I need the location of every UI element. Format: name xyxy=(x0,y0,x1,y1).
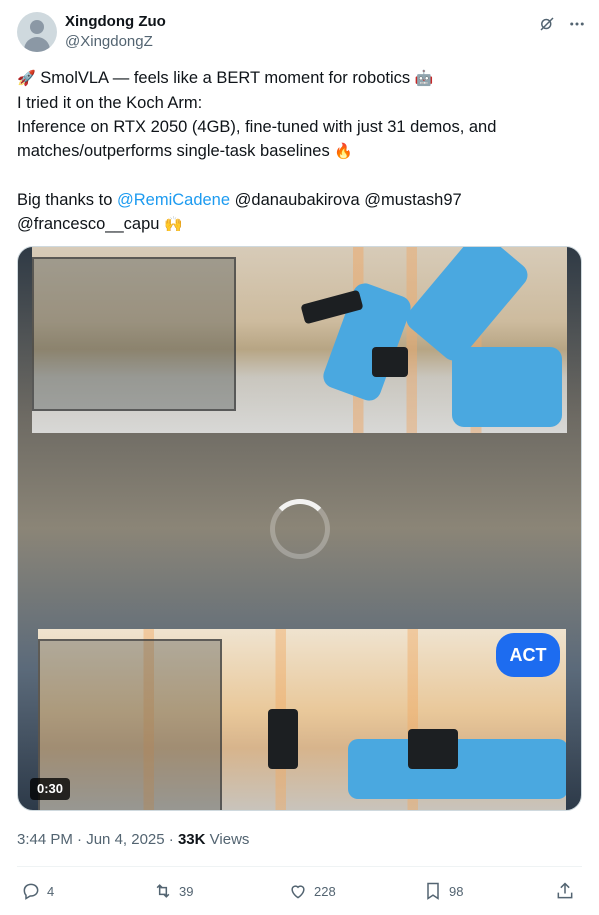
avatar-body-shape xyxy=(24,37,50,52)
avatar-head-shape xyxy=(30,20,44,34)
bookmark-icon xyxy=(427,882,439,900)
share-button[interactable] xyxy=(555,876,575,906)
author-names: Xingdong Zuo @XingdongZ xyxy=(65,12,166,52)
author-handle[interactable]: @XingdongZ xyxy=(65,32,166,52)
share-icon xyxy=(557,882,573,899)
stand-shape xyxy=(268,709,298,769)
tweet-header: Xingdong Zuo @XingdongZ xyxy=(17,12,587,52)
tweet-line-1-text: SmolVLA — feels like a BERT moment for r… xyxy=(40,69,411,87)
robot-icon: 🤖 xyxy=(414,70,434,87)
rocket-icon: 🚀 xyxy=(17,70,36,87)
views-count: 33K xyxy=(177,831,206,848)
robot-base-shape xyxy=(452,347,562,427)
tweet-line-4-text: matches/outperforms single-task baseline… xyxy=(17,142,330,160)
video-frame-top xyxy=(32,247,567,433)
raised-hands-icon: 🙌 xyxy=(164,216,183,233)
heart-icon xyxy=(291,885,305,899)
servo-shape xyxy=(372,347,408,377)
bookmark-button[interactable]: 98 xyxy=(423,876,463,906)
header-actions xyxy=(537,14,587,34)
repost-icon xyxy=(156,884,170,898)
reply-count: 4 xyxy=(47,883,55,899)
act-badge: ACT xyxy=(496,633,560,677)
repost-button[interactable]: 39 xyxy=(153,876,193,906)
tweet-meta: 3:44 PM · Jun 4, 2025 · 33K Views xyxy=(17,830,249,850)
loading-spinner-icon xyxy=(270,499,330,559)
grok-icon[interactable] xyxy=(537,14,557,34)
thanks-prefix: Big thanks to xyxy=(17,191,113,209)
meta-separator: · xyxy=(77,831,83,848)
mentions-rest[interactable]: @danaubakirova @mustash97 xyxy=(235,191,462,209)
tweet-time[interactable]: 3:44 PM xyxy=(17,831,73,848)
reply-button[interactable]: 4 xyxy=(21,876,54,906)
tweet-line-1: 🚀 SmolVLA — feels like a BERT moment for… xyxy=(17,66,582,91)
views-label: Views xyxy=(209,831,250,848)
glass-tank-shape xyxy=(32,257,236,411)
tweet-blank-line xyxy=(17,164,582,188)
like-button[interactable]: 228 xyxy=(288,876,336,906)
bookmark-count: 98 xyxy=(449,883,464,899)
divider xyxy=(17,866,582,867)
video-duration-badge: 0:30 xyxy=(30,778,71,800)
tweet-text: 🚀 SmolVLA — feels like a BERT moment for… xyxy=(17,66,582,237)
fire-icon: 🔥 xyxy=(334,143,354,160)
like-count: 228 xyxy=(314,883,336,899)
reply-icon xyxy=(23,883,39,900)
tweet-line-3: Inference on RTX 2050 (4GB), fine-tuned … xyxy=(17,118,497,136)
tweet-line-2: I tried it on the Koch Arm: xyxy=(17,94,203,112)
tweet-line-thanks: Big thanks to @RemiCadene @danaubakirova… xyxy=(17,188,582,212)
more-icon[interactable] xyxy=(567,14,587,34)
tweet-line-4: matches/outperforms single-task baseline… xyxy=(17,139,582,164)
video-frame-bottom xyxy=(38,629,566,810)
mention-remicadene-link[interactable]: @RemiCadene xyxy=(117,191,230,209)
action-bar: 4 39 228 98 xyxy=(17,876,582,906)
author-display-name[interactable]: Xingdong Zuo xyxy=(65,12,166,32)
avatar[interactable] xyxy=(17,12,57,52)
mention-francesco[interactable]: @francesco__capu xyxy=(17,215,159,233)
tweet-date[interactable]: Jun 4, 2025 xyxy=(86,831,164,848)
repost-count: 39 xyxy=(179,883,194,899)
tweet-line-7: @francesco__capu 🙌 xyxy=(17,212,582,237)
meta-separator-2: · xyxy=(168,831,174,848)
servo-shape-2 xyxy=(408,729,458,769)
video-player[interactable]: ACT 0:30 xyxy=(17,246,582,811)
